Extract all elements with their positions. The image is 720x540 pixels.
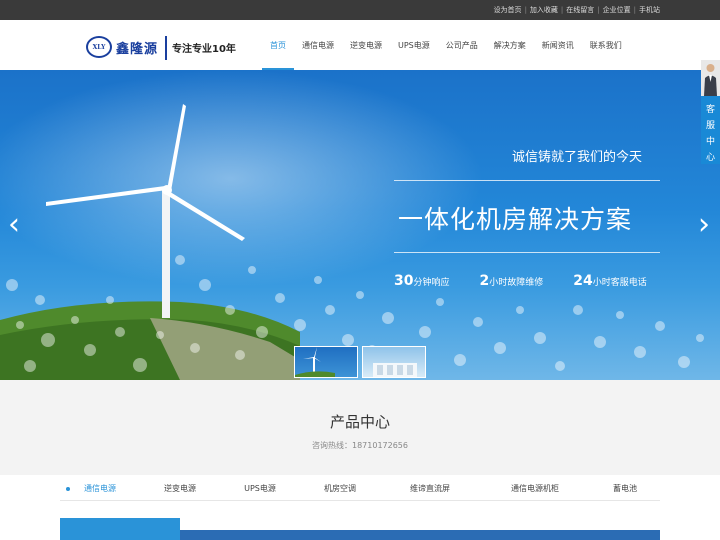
product-card[interactable] <box>420 518 540 540</box>
tab-dc-panel[interactable]: 维谛直流屏 <box>380 477 480 501</box>
nav-item-contact[interactable]: 联系我们 <box>582 20 630 70</box>
main-nav: 首页 通信电源 逆变电源 UPS电源 公司产品 解决方案 新闻资讯 联系我们 <box>262 20 630 70</box>
top-links: 设为首页 | 加入收藏 | 在线留言 | 企业位置 | 手机站 <box>493 5 660 15</box>
active-dot-icon <box>66 486 70 491</box>
nav-item-solutions[interactable]: 解决方案 <box>486 20 534 70</box>
service-agent-avatar <box>701 60 720 96</box>
product-card[interactable] <box>180 518 300 540</box>
product-thumbnails <box>60 518 660 540</box>
tab-power-cabinet[interactable]: 通信电源机柜 <box>480 477 590 501</box>
slide-thumbnail-2[interactable] <box>362 346 426 378</box>
product-card-active[interactable] <box>60 518 180 540</box>
tab-air-conditioner[interactable]: 机房空调 <box>300 477 380 501</box>
stat-hotline: 24小时客服电话 <box>573 273 647 289</box>
nav-item-ups[interactable]: UPS电源 <box>390 20 438 70</box>
next-slide-icon[interactable]: › <box>694 208 714 242</box>
prev-slide-icon[interactable]: ‹ <box>4 208 24 242</box>
banner-tagline: 诚信铸就了我们的今天 <box>512 150 643 165</box>
stat-repair: 2小时故障维修 <box>479 273 544 289</box>
tab-ups[interactable]: UPS电源 <box>220 477 300 501</box>
logo-slogan: 专注专业10年 <box>172 44 236 55</box>
stat-response: 30分钟响应 <box>394 273 450 289</box>
nav-item-inverter[interactable]: 逆变电源 <box>342 20 390 70</box>
online-message-link[interactable]: 在线留言 <box>566 5 594 15</box>
product-center-title: 产品中心 <box>329 413 390 431</box>
logo-icon[interactable]: XLY <box>86 36 112 58</box>
slide-thumbnail-1[interactable] <box>294 346 358 378</box>
tab-battery[interactable]: 蓄电池 <box>590 477 660 501</box>
banner-headline: 一体化机房解决方案 <box>398 205 633 234</box>
product-tabs: 通信电源 逆变电源 UPS电源 机房空调 维谛直流屏 通信电源机柜 蓄电池 <box>60 477 660 501</box>
logo-divider <box>165 36 167 60</box>
company-location-link[interactable]: 企业位置 <box>603 5 631 15</box>
logo-name[interactable]: 鑫隆源 <box>116 38 158 57</box>
product-hotline: 咨询热线：18710172656 <box>312 441 408 450</box>
tab-inverter[interactable]: 逆变电源 <box>140 477 220 501</box>
set-homepage-link[interactable]: 设为首页 <box>494 5 522 15</box>
banner-divider-bottom <box>394 252 660 253</box>
nav-item-home[interactable]: 首页 <box>262 20 294 70</box>
top-bar: 设为首页 | 加入收藏 | 在线留言 | 企业位置 | 手机站 <box>0 0 720 20</box>
nav-item-products[interactable]: 公司产品 <box>438 20 486 70</box>
product-card[interactable] <box>540 518 660 540</box>
mobile-site-link[interactable]: 手机站 <box>639 5 660 15</box>
tab-telecom-power[interactable]: 通信电源 <box>60 477 140 501</box>
nav-item-telecom-power[interactable]: 通信电源 <box>294 20 342 70</box>
banner-divider-top <box>394 180 660 181</box>
banner-stats: 30分钟响应 2小时故障维修 24小时客服电话 <box>394 273 677 289</box>
customer-service-label[interactable]: 客 服 中 心 <box>703 102 718 166</box>
add-favorite-link[interactable]: 加入收藏 <box>530 5 558 15</box>
product-card[interactable] <box>300 518 420 540</box>
nav-item-news[interactable]: 新闻资讯 <box>534 20 582 70</box>
hero-banner[interactable]: 诚信铸就了我们的今天 一体化机房解决方案 30分钟响应 2小时故障维修 24小时… <box>0 70 720 380</box>
turbine-tower <box>162 190 170 318</box>
